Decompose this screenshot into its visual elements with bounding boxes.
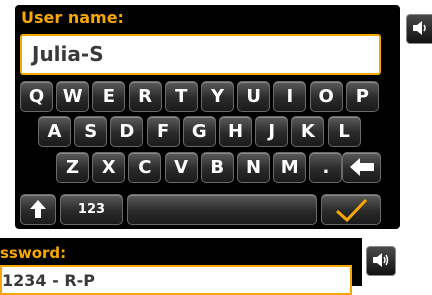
key-r[interactable]: R	[128, 81, 162, 112]
password-field[interactable]: 1234 - R-P	[0, 265, 352, 295]
key-t[interactable]: T	[164, 81, 198, 112]
key-g[interactable]: G	[182, 116, 216, 147]
speaker-icon	[373, 253, 389, 267]
key-y[interactable]: Y	[201, 81, 234, 112]
key-l[interactable]: L	[327, 116, 361, 147]
username-title: User name:	[17, 8, 385, 28]
key-f[interactable]: F	[146, 116, 180, 147]
key-i[interactable]: I	[273, 81, 307, 112]
checkmark-icon	[335, 198, 368, 223]
key-m[interactable]: M	[273, 152, 307, 183]
key-s[interactable]: S	[74, 116, 108, 147]
up-arrow-icon	[30, 200, 46, 218]
volume-button[interactable]	[406, 14, 432, 44]
password-title: ssword:	[0, 243, 356, 263]
key-h[interactable]: H	[219, 116, 252, 147]
key-o[interactable]: O	[309, 81, 343, 112]
key-d[interactable]: D	[110, 116, 144, 147]
space-key[interactable]	[127, 194, 317, 225]
key-w[interactable]: W	[56, 81, 90, 112]
speaker-icon	[413, 21, 426, 35]
key-q[interactable]: Q	[20, 81, 53, 112]
key-n[interactable]: N	[237, 152, 270, 183]
key-z[interactable]: Z	[56, 152, 89, 183]
key-v[interactable]: V	[164, 152, 198, 183]
key-j[interactable]: J	[255, 116, 289, 147]
backspace-key[interactable]	[342, 152, 381, 183]
numbers-key[interactable]: 123	[60, 194, 123, 225]
key-k[interactable]: K	[291, 116, 325, 147]
username-field[interactable]: Julia-S	[20, 34, 381, 75]
key-x[interactable]: X	[92, 152, 126, 183]
left-arrow-icon	[349, 158, 374, 176]
key-period[interactable]: .	[309, 152, 343, 183]
key-c[interactable]: C	[128, 152, 162, 183]
key-e[interactable]: E	[92, 81, 126, 112]
confirm-key[interactable]	[321, 194, 381, 225]
key-p[interactable]: P	[345, 81, 379, 112]
key-b[interactable]: B	[200, 152, 234, 183]
key-u[interactable]: U	[237, 81, 271, 112]
password-volume-button[interactable]	[366, 246, 396, 276]
shift-key[interactable]	[20, 194, 56, 225]
key-a[interactable]: A	[38, 116, 71, 147]
